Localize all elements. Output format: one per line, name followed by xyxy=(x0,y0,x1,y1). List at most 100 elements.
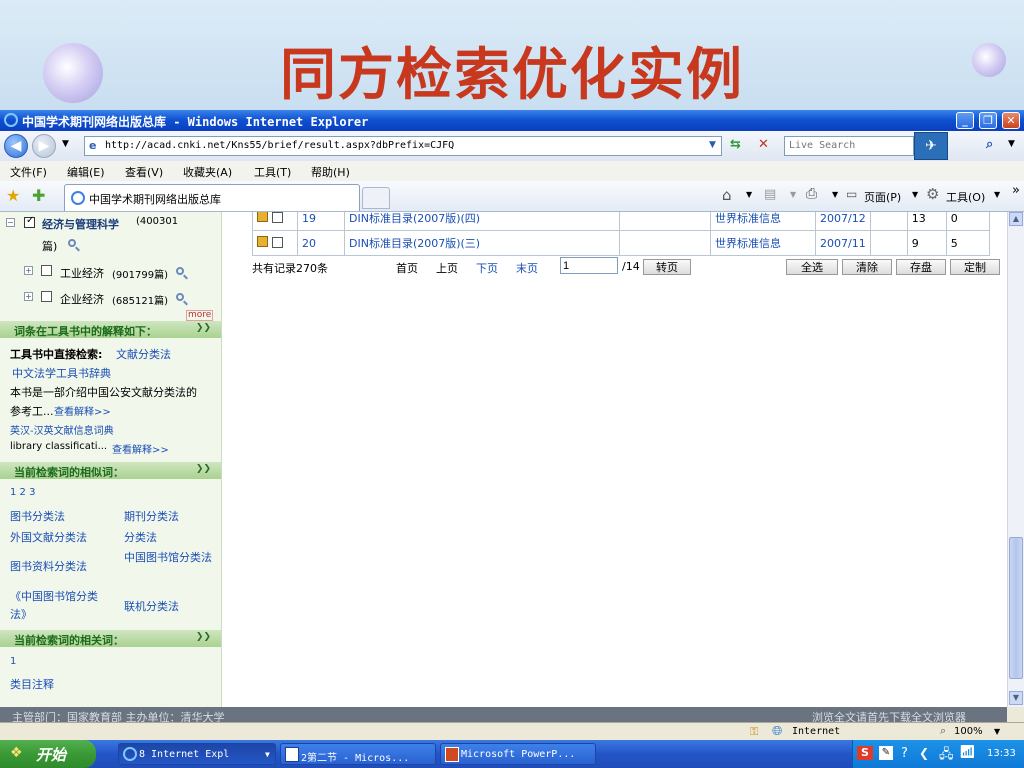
menu-tools[interactable]: 工具(T) xyxy=(254,164,291,180)
subcategory-checkbox[interactable] xyxy=(41,291,52,302)
subcategory-checkbox[interactable] xyxy=(41,265,52,276)
start-button[interactable]: ❖ 开始 xyxy=(0,740,96,768)
back-button[interactable]: ◀ xyxy=(4,134,28,158)
network-icon[interactable]: 🖧︎ xyxy=(939,745,954,767)
expand-icon[interactable]: + xyxy=(24,292,33,301)
prev-page-link[interactable]: 上页 xyxy=(436,260,458,276)
row-source[interactable]: 世界标准信息 xyxy=(710,230,816,256)
dictionary-link[interactable]: 中文法学工具书辞典 xyxy=(12,365,111,381)
similar-word[interactable]: 中国图书馆分类法 xyxy=(124,549,212,567)
zoom-dropdown-icon[interactable]: ▼ xyxy=(994,727,1000,736)
vertical-scrollbar[interactable]: ▲ ▼ xyxy=(1007,212,1024,707)
wifi-icon[interactable]: 📶︎ xyxy=(959,745,976,760)
tab-cnki[interactable]: 中国学术期刊网络出版总库 xyxy=(64,184,360,211)
menu-view[interactable]: 查看(V) xyxy=(125,164,163,180)
select-all-button[interactable]: 全选 xyxy=(786,259,838,275)
go-page-button[interactable]: 转页 xyxy=(643,259,691,275)
search-input[interactable] xyxy=(785,137,913,154)
input-method-icon[interactable]: S xyxy=(857,746,873,760)
similar-word[interactable]: 图书资料分类法 xyxy=(10,558,87,574)
subcategory-search-icon[interactable] xyxy=(176,267,184,275)
download-icon[interactable] xyxy=(257,236,268,247)
address-field[interactable]: e http://acad.cnki.net/Kns55/brief/resul… xyxy=(84,136,722,156)
subcategory-label[interactable]: 企业经济 xyxy=(60,291,104,307)
expand-icon[interactable]: + xyxy=(24,266,33,275)
back-arrow-icon[interactable]: ❮ xyxy=(919,746,929,760)
similar-words-section-header[interactable]: 当前检索词的相似词： ❯❯ xyxy=(0,462,221,479)
toolbar-overflow-icon[interactable]: » xyxy=(1012,183,1020,198)
tools-menu-dropdown-icon[interactable]: ▼ xyxy=(994,190,1000,199)
similar-word[interactable]: 分类法 xyxy=(124,529,157,545)
taskbar-item-powerpoint[interactable]: Microsoft PowerP... xyxy=(440,743,596,765)
favorites-star-icon[interactable]: ★ xyxy=(6,186,20,205)
similar-word[interactable]: 期刊分类法 xyxy=(124,508,179,524)
scroll-thumb[interactable] xyxy=(1009,537,1023,679)
customize-button[interactable]: 定制 xyxy=(950,259,1000,275)
forward-button[interactable]: ▶ xyxy=(32,134,56,158)
menu-favorites[interactable]: 收藏夹(A) xyxy=(183,164,232,180)
window-titlebar[interactable]: 中国学术期刊网络出版总库 - Windows Internet Explorer… xyxy=(0,110,1024,131)
direct-search-link[interactable]: 文献分类法 xyxy=(116,346,171,362)
history-dropdown-icon[interactable]: ▼ xyxy=(62,139,69,149)
feeds-dropdown-icon[interactable]: ▼ xyxy=(790,190,796,199)
zoom-level[interactable]: 100% xyxy=(954,726,983,737)
similar-word[interactable]: 图书分类法 xyxy=(10,508,65,524)
search-provider-icon[interactable]: ✈ xyxy=(914,132,948,160)
tool-book-section-header[interactable]: 词条在工具书中的解释如下： ❯❯ xyxy=(0,321,221,338)
dictionary-link[interactable]: 英汉-汉英文献信息词典 xyxy=(10,422,114,437)
taskbar-item-word[interactable]: 2第二节 - Micros... xyxy=(280,743,436,765)
help-icon[interactable]: ? xyxy=(901,746,908,761)
see-explanation-link[interactable]: 查看解释>> xyxy=(112,441,169,456)
scroll-down-icon[interactable]: ▼ xyxy=(1009,691,1023,705)
home-dropdown-icon[interactable]: ▼ xyxy=(746,190,752,199)
similar-word[interactable]: 联机分类法 xyxy=(124,598,179,614)
tray-icon[interactable]: ✎ xyxy=(879,746,893,760)
new-tab-button[interactable] xyxy=(362,187,390,209)
page-menu[interactable]: 页面(P) xyxy=(864,189,901,205)
row-title[interactable]: DIN标准目录(2007版)(三) xyxy=(344,230,620,256)
collapse-icon[interactable]: − xyxy=(6,218,15,227)
menu-edit[interactable]: 编辑(E) xyxy=(67,164,105,180)
feeds-icon[interactable]: ▤ xyxy=(764,187,776,202)
similar-word[interactable]: 《中国图书馆分类法》 xyxy=(10,588,114,624)
address-dropdown-icon[interactable]: ▼ xyxy=(709,140,716,150)
row-title[interactable]: DIN标准目录(2007版)(四) xyxy=(344,212,620,231)
menu-file[interactable]: 文件(F) xyxy=(10,164,47,180)
download-icon[interactable] xyxy=(257,212,268,222)
subcategory-label[interactable]: 工业经济 xyxy=(60,265,104,281)
row-source[interactable]: 世界标准信息 xyxy=(710,212,816,231)
category-checkbox[interactable]: ✓ xyxy=(24,215,35,228)
row-checkbox[interactable] xyxy=(271,212,283,223)
minimize-button[interactable]: _ xyxy=(956,112,974,129)
page-number-input[interactable] xyxy=(560,257,618,274)
home-icon[interactable]: ⌂ xyxy=(722,186,732,204)
similar-pages[interactable]: 1 2 3 xyxy=(10,487,35,498)
search-box[interactable] xyxy=(784,136,914,156)
print-dropdown-icon[interactable]: ▼ xyxy=(832,190,838,199)
similar-word[interactable]: 外国文献分类法 xyxy=(10,529,87,545)
add-favorite-icon[interactable]: ✚ xyxy=(32,186,45,205)
related-word[interactable]: 类目注释 xyxy=(10,676,54,692)
clear-button[interactable]: 清除 xyxy=(842,259,892,275)
category-search-icon[interactable] xyxy=(68,239,76,247)
next-page-link[interactable]: 下页 xyxy=(476,260,498,276)
related-words-section-header[interactable]: 当前检索词的相关词： ❯❯ xyxy=(0,630,221,647)
close-button[interactable]: ✕ xyxy=(1002,112,1020,129)
taskbar-item-ie[interactable]: 8 Internet Expl ▼ xyxy=(118,743,276,765)
save-button[interactable]: 存盘 xyxy=(896,259,946,275)
search-go-icon[interactable]: ⌕ xyxy=(986,137,993,152)
row-checkbox[interactable] xyxy=(271,237,283,248)
see-explanation-link[interactable]: 查看解释>> xyxy=(54,403,111,418)
first-page-link[interactable]: 首页 xyxy=(396,260,418,276)
menu-help[interactable]: 帮助(H) xyxy=(311,164,350,180)
page-menu-dropdown-icon[interactable]: ▼ xyxy=(912,190,918,199)
last-page-link[interactable]: 末页 xyxy=(516,260,538,276)
related-pages[interactable]: 1 xyxy=(10,656,16,667)
search-options-icon[interactable]: ▼ xyxy=(1008,139,1015,149)
scroll-up-icon[interactable]: ▲ xyxy=(1009,212,1023,226)
subcategory-search-icon[interactable] xyxy=(176,293,184,301)
print-icon[interactable]: ⎙ xyxy=(806,186,817,202)
more-link[interactable]: more xyxy=(186,310,214,321)
restore-button[interactable]: ❐ xyxy=(979,112,997,129)
refresh-icon[interactable]: ⇆ xyxy=(730,137,741,152)
